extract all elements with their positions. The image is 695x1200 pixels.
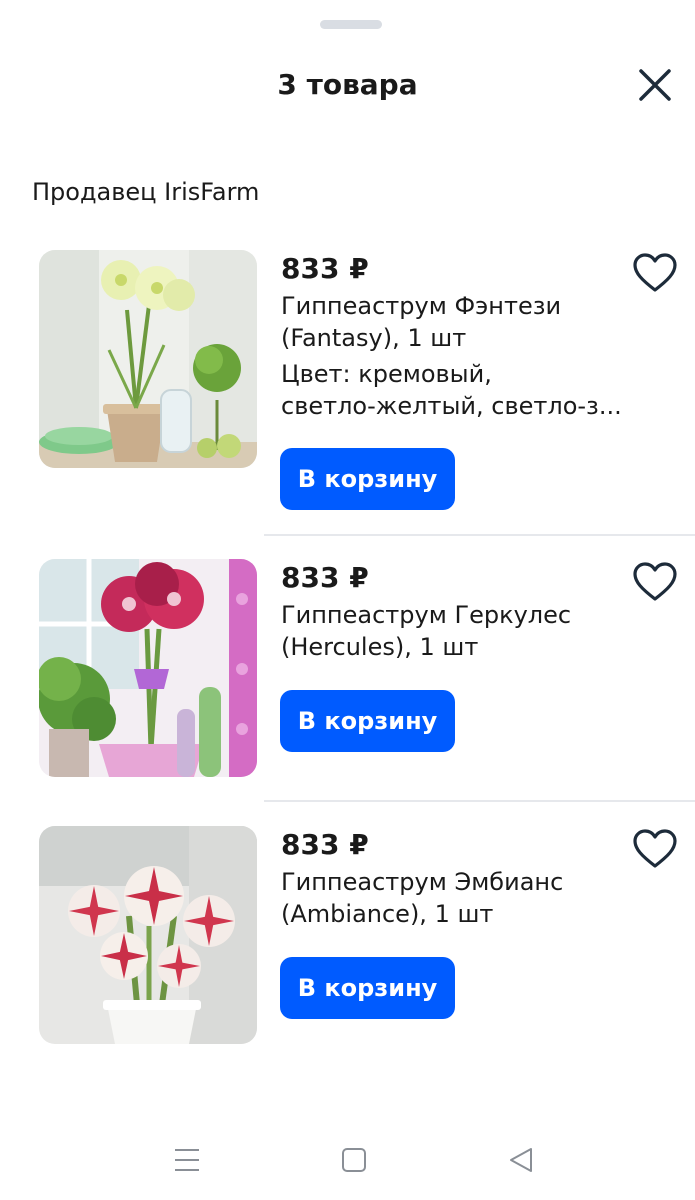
add-to-cart-button[interactable]: В корзину <box>280 448 455 510</box>
back-triangle-icon <box>510 1148 532 1172</box>
product-name[interactable]: Гиппеаструм Эмбианс (Ambiance), 1 шт <box>281 866 621 930</box>
system-nav-bar <box>0 1120 695 1200</box>
add-to-cart-button[interactable]: В корзину <box>280 690 455 752</box>
product-image[interactable] <box>39 826 257 1044</box>
sheet-grabber[interactable] <box>320 20 382 29</box>
product-attributes: Цвет: кремовый, светло-желтый, светло-з.… <box>281 358 621 422</box>
nav-back-button[interactable] <box>502 1140 542 1180</box>
product-photo <box>39 250 257 468</box>
product-attr-line: Цвет: кремовый, <box>281 360 492 388</box>
sheet-title: 3 товара <box>277 68 418 101</box>
product-name[interactable]: Гиппеаструм Геркулес (Hercules), 1 шт <box>281 599 621 663</box>
item-divider <box>264 800 695 802</box>
nav-home-button[interactable] <box>334 1140 374 1180</box>
nav-menu-button[interactable] <box>167 1140 207 1180</box>
product-price: 833 ₽ <box>281 561 369 594</box>
product-photo <box>39 826 257 1044</box>
product-price: 833 ₽ <box>281 828 369 861</box>
close-icon <box>639 69 671 101</box>
product-name[interactable]: Гиппеаструм Фэнтези (Fantasy), 1 шт <box>281 290 621 354</box>
heart-outline-icon <box>633 829 677 868</box>
heart-outline-icon <box>633 562 677 601</box>
product-name-line: (Ambiance), 1 шт <box>281 900 494 928</box>
product-name-line: Гиппеаструм Фэнтези <box>281 292 562 320</box>
product-photo <box>39 559 257 777</box>
heart-outline-icon <box>633 253 677 292</box>
bottom-sheet: 3 товара Продавец IrisFarm 833 ₽ Гиппеас… <box>0 0 695 1200</box>
favorite-button[interactable] <box>632 561 678 603</box>
product-name-line: (Fantasy), 1 шт <box>281 324 467 352</box>
product-item: 833 ₽ Гиппеаструм Геркулес (Hercules), 1… <box>0 559 695 784</box>
product-name-line: Гиппеаструм Эмбианс <box>281 868 564 896</box>
add-to-cart-button[interactable]: В корзину <box>280 957 455 1019</box>
product-image[interactable] <box>39 559 257 777</box>
square-icon <box>342 1148 366 1172</box>
product-item: 833 ₽ Гиппеаструм Фэнтези (Fantasy), 1 ш… <box>0 250 695 520</box>
product-price: 833 ₽ <box>281 252 369 285</box>
product-item: 833 ₽ Гиппеаструм Эмбианс (Ambiance), 1 … <box>0 826 695 1051</box>
favorite-button[interactable] <box>632 252 678 294</box>
product-attr-line: светло-желтый, светло-з... <box>281 392 621 420</box>
product-name-line: Гиппеаструм Геркулес <box>281 601 572 629</box>
seller-label: Продавец IrisFarm <box>32 178 260 206</box>
close-button[interactable] <box>632 62 678 108</box>
product-image[interactable] <box>39 250 257 468</box>
menu-icon <box>175 1149 199 1171</box>
favorite-button[interactable] <box>632 828 678 870</box>
item-divider <box>264 534 695 536</box>
product-name-line: (Hercules), 1 шт <box>281 633 479 661</box>
